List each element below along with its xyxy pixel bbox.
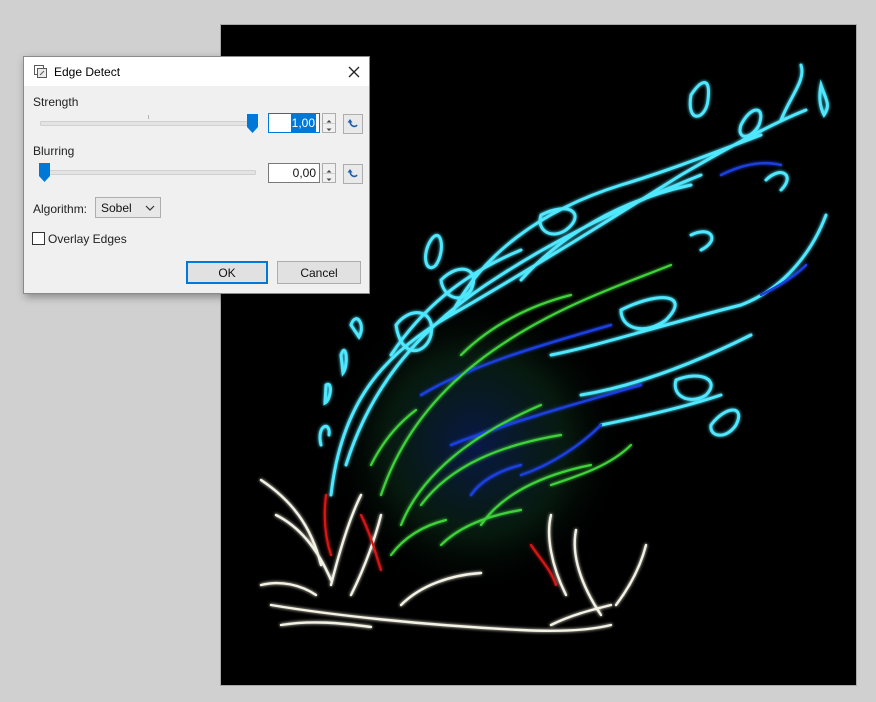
chevron-down-icon [145,205,155,211]
algorithm-select[interactable]: Sobel [95,197,161,218]
blurring-slider-thumb[interactable] [39,163,50,182]
blurring-input[interactable]: 0,00 [268,163,320,183]
overlay-edges-checkbox[interactable] [32,232,45,245]
blurring-slider[interactable] [38,162,260,184]
strength-slider[interactable] [38,113,260,135]
blurring-slider-track [40,170,256,175]
chevron-down-icon [326,178,332,181]
dialog-title: Edge Detect [54,65,121,79]
strength-spin-down[interactable] [323,123,335,132]
blurring-spinner[interactable] [322,163,336,183]
close-button[interactable] [339,57,369,86]
algorithm-selected-value: Sobel [101,201,132,215]
cancel-button[interactable]: Cancel [277,261,361,284]
blurring-reset-button[interactable] [343,164,363,184]
reset-arrow-icon [347,169,358,178]
ok-button-label: OK [218,265,236,280]
ok-button[interactable]: OK [186,261,268,284]
blurring-spin-down[interactable] [323,173,335,182]
dialog-titlebar[interactable]: Edge Detect [24,57,369,86]
strength-reset-button[interactable] [343,114,363,134]
edge-detect-effect-icon [33,64,49,80]
strength-label: Strength [33,95,79,109]
strength-input[interactable]: 1,00 [268,113,320,133]
strength-slider-track [40,121,256,126]
cancel-button-label: Cancel [300,265,338,280]
chevron-down-icon [326,128,332,131]
edge-detect-dialog: Edge Detect Strength 1,00 Blurring 0,00 … [23,56,370,294]
strength-slider-tick [148,115,149,119]
strength-slider-thumb[interactable] [247,114,258,133]
overlay-edges-label[interactable]: Overlay Edges [48,232,127,246]
strength-spinner[interactable] [322,113,336,133]
reset-arrow-icon [347,119,358,128]
blurring-label: Blurring [33,144,75,158]
close-icon [348,66,360,77]
algorithm-label: Algorithm: [33,202,88,216]
